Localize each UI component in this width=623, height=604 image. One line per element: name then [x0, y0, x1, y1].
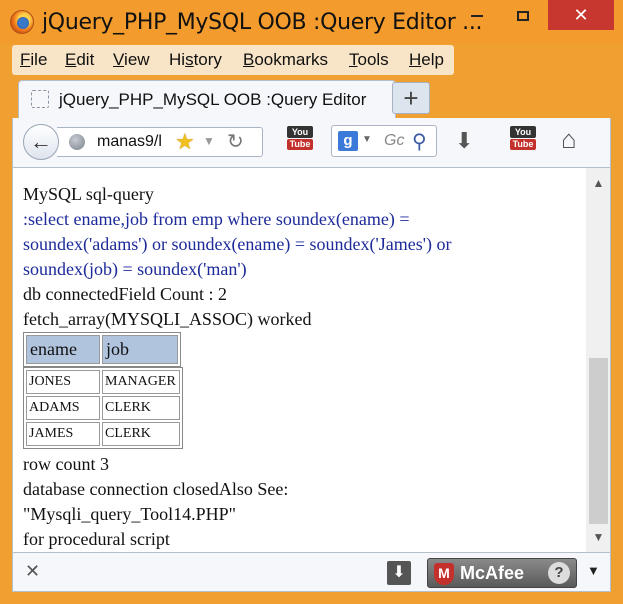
column-header-job: job: [102, 335, 178, 364]
page-icon: [31, 90, 49, 108]
cell-ename: JONES: [26, 370, 100, 394]
connection-status: db connectedField Count : 2: [23, 284, 227, 304]
menu-view[interactable]: View: [113, 50, 150, 70]
menu-file[interactable]: File: [20, 50, 47, 70]
cell-ename: JAMES: [26, 422, 100, 446]
menu-edit[interactable]: Edit: [65, 50, 94, 70]
minimize-button[interactable]: [454, 0, 500, 30]
procedural-note: for procedural script: [23, 529, 170, 549]
title-bar: jQuery_PHP_MySQL OOB :Query Editor ... ✕: [0, 0, 623, 44]
firefox-logo-icon: [10, 10, 34, 34]
cell-job: CLERK: [102, 396, 180, 420]
download-icon[interactable]: ⬇: [455, 128, 473, 154]
fetch-status: fetch_array(MYSQLI_ASSOC) worked: [23, 309, 312, 329]
cell-ename: ADAMS: [26, 396, 100, 420]
url-dropdown-icon[interactable]: ▼: [203, 134, 215, 148]
results-header-table: ename job: [23, 332, 181, 367]
close-icon: ✕: [573, 5, 589, 25]
back-button[interactable]: ←: [23, 124, 59, 160]
see-file: "Mysqli_query_Tool14.PHP": [23, 504, 236, 524]
addon-bar: ✕ ⬇ M McAfee ? ▼: [12, 552, 611, 592]
results-table: JONES MANAGER ADAMS CLERK JAMES CLERK: [23, 367, 183, 449]
search-bar[interactable]: g ▼ Gc ⚲: [331, 125, 437, 157]
table-row: JONES MANAGER: [26, 370, 180, 394]
scroll-up-icon[interactable]: ▲: [586, 172, 611, 194]
reload-icon[interactable]: ↻: [227, 129, 244, 154]
help-icon[interactable]: ?: [548, 562, 570, 584]
window-title: jQuery_PHP_MySQL OOB :Query Editor ...: [42, 10, 483, 35]
mcafee-button[interactable]: M McAfee ?: [427, 558, 577, 588]
row-count: row count 3: [23, 454, 109, 474]
menu-help[interactable]: Help: [409, 50, 444, 70]
page-content: MySQL sql-query :select ename,job from e…: [12, 168, 598, 552]
close-window-button[interactable]: ✕: [548, 0, 614, 30]
youtube-icon-top-right: You: [510, 126, 536, 138]
youtube-icon-top: You: [287, 126, 313, 138]
vertical-scrollbar[interactable]: ▲ ▼: [586, 168, 611, 552]
youtube-icon-bottom: Tube: [287, 139, 313, 150]
close-addon-bar-icon[interactable]: ✕: [25, 561, 40, 582]
sql-query-heading: MySQL sql-query: [23, 184, 154, 204]
globe-icon[interactable]: [69, 134, 85, 150]
cell-job: MANAGER: [102, 370, 180, 394]
search-engine-dropdown-icon[interactable]: ▼: [362, 134, 372, 145]
connection-closed: database connection closedAlso See:: [23, 479, 289, 499]
addon-dropdown-icon[interactable]: ▼: [587, 563, 600, 578]
query-line-1: :select ename,job from emp where soundex…: [23, 209, 410, 229]
youtube-button[interactable]: You Tube: [510, 126, 536, 156]
back-arrow-icon: ←: [30, 129, 52, 154]
bookmark-star-icon[interactable]: ★: [175, 129, 195, 155]
home-icon[interactable]: ⌂: [561, 124, 577, 155]
tab-label: jQuery_PHP_MySQL OOB :Query Editor: [59, 90, 367, 109]
download-status-icon[interactable]: ⬇: [387, 561, 411, 585]
minimize-icon: [471, 15, 483, 18]
mcafee-label: McAfee: [460, 563, 525, 583]
menu-bar: File Edit View History Bookmarks Tools H…: [12, 45, 454, 75]
query-line-3: soundex(job) = soundex('man'): [23, 259, 247, 279]
cell-job: CLERK: [102, 422, 180, 446]
search-input[interactable]: Gc: [384, 132, 404, 150]
maximize-icon: [517, 11, 529, 22]
google-icon[interactable]: g: [338, 131, 358, 151]
scroll-thumb[interactable]: [589, 358, 608, 524]
youtube-addon-button[interactable]: You Tube: [287, 126, 313, 156]
mcafee-shield-icon: M: [434, 563, 454, 585]
new-tab-button[interactable]: +: [392, 82, 430, 114]
column-header-ename: ename: [26, 335, 100, 364]
tab-query-editor[interactable]: jQuery_PHP_MySQL OOB :Query Editor: [18, 80, 396, 118]
navigation-toolbar: manas9/l ★ ▼ ↻ ← You Tube g ▼ Gc ⚲ ⬇ You…: [12, 118, 611, 168]
url-bar[interactable]: manas9/l ★ ▼ ↻: [57, 127, 263, 157]
tab-strip: jQuery_PHP_MySQL OOB :Query Editor +: [12, 78, 611, 118]
menu-history[interactable]: History: [169, 50, 222, 70]
url-text[interactable]: manas9/l: [97, 133, 171, 151]
youtube-icon-bottom-right: Tube: [510, 139, 536, 150]
query-line-2: soundex('adams') or soundex(ename) = sou…: [23, 234, 452, 254]
scroll-down-icon[interactable]: ▼: [586, 526, 611, 548]
maximize-button[interactable]: [500, 0, 546, 30]
table-row: ADAMS CLERK: [26, 396, 180, 420]
table-row: JAMES CLERK: [26, 422, 180, 446]
search-icon[interactable]: ⚲: [412, 129, 427, 154]
menu-bookmarks[interactable]: Bookmarks: [243, 50, 328, 70]
menu-tools[interactable]: Tools: [349, 50, 389, 70]
